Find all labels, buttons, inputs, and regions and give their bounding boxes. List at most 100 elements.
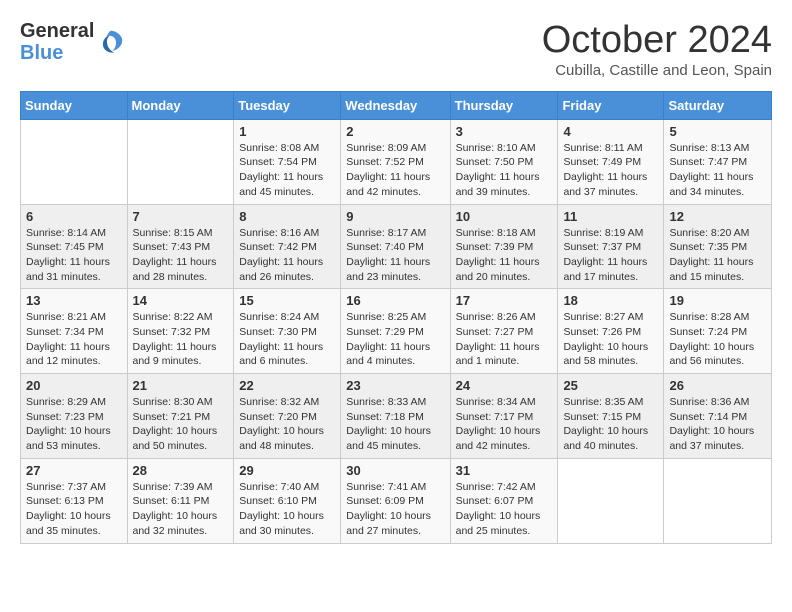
calendar-cell: 4Sunrise: 8:11 AM Sunset: 7:49 PM Daylig… <box>558 119 664 204</box>
calendar-cell: 13 Sunrise: 8:21 AM Sunset: 7:34 PM Dayli… <box>21 289 128 374</box>
day-info: Sunrise: 8:24 AM Sunset: 7:30 PM Dayligh… <box>239 310 335 369</box>
logo-bird-icon <box>96 27 126 57</box>
day-number: 2 <box>346 124 444 139</box>
day-number: 9 <box>346 209 444 224</box>
weekday-header-saturday: Saturday <box>664 91 772 119</box>
calendar-cell <box>664 458 772 543</box>
calendar-cell: 20Sunrise: 8:29 AM Sunset: 7:23 PM Dayli… <box>21 374 128 459</box>
day-info: Sunrise: 8:10 AM Sunset: 7:50 PM Dayligh… <box>456 141 553 200</box>
calendar-cell: 15 Sunrise: 8:24 AM Sunset: 7:30 PM Dayli… <box>234 289 341 374</box>
page-header: General Blue October 2024 Cubilla, Casti… <box>20 20 772 79</box>
weekday-header-tuesday: Tuesday <box>234 91 341 119</box>
calendar-cell <box>21 119 128 204</box>
calendar-cell: 18 Sunrise: 8:27 AM Sunset: 7:26 PM Dayli… <box>558 289 664 374</box>
day-info: Sunrise: 8:22 AM Sunset: 7:32 PM Dayligh… <box>133 310 229 369</box>
day-number: 18 <box>563 293 658 308</box>
calendar-cell <box>558 458 664 543</box>
calendar-cell: 21Sunrise: 8:30 AM Sunset: 7:21 PM Dayli… <box>127 374 234 459</box>
calendar-cell: 12 Sunrise: 8:20 AM Sunset: 7:35 PM Dayli… <box>664 204 772 289</box>
calendar-cell: 8Sunrise: 8:16 AM Sunset: 7:42 PM Daylig… <box>234 204 341 289</box>
day-number: 15 <box>239 293 335 308</box>
day-number: 25 <box>563 378 658 393</box>
logo-general: General <box>20 20 94 42</box>
calendar-cell: 7Sunrise: 8:15 AM Sunset: 7:43 PM Daylig… <box>127 204 234 289</box>
day-number: 20 <box>26 378 122 393</box>
day-number: 17 <box>456 293 553 308</box>
weekday-header-wednesday: Wednesday <box>341 91 450 119</box>
day-info: Sunrise: 8:25 AM Sunset: 7:29 PM Dayligh… <box>346 310 444 369</box>
day-number: 7 <box>133 209 229 224</box>
day-info: Sunrise: 8:21 AM Sunset: 7:34 PM Dayligh… <box>26 310 122 369</box>
day-info: Sunrise: 8:28 AM Sunset: 7:24 PM Dayligh… <box>669 310 766 369</box>
day-number: 16 <box>346 293 444 308</box>
day-number: 12 <box>669 209 766 224</box>
calendar-header: SundayMondayTuesdayWednesdayThursdayFrid… <box>21 91 772 119</box>
day-info: Sunrise: 8:19 AM Sunset: 7:37 PM Dayligh… <box>563 226 658 285</box>
day-number: 24 <box>456 378 553 393</box>
calendar-cell: 23Sunrise: 8:33 AM Sunset: 7:18 PM Dayli… <box>341 374 450 459</box>
day-info: Sunrise: 8:26 AM Sunset: 7:27 PM Dayligh… <box>456 310 553 369</box>
day-number: 27 <box>26 463 122 478</box>
day-number: 11 <box>563 209 658 224</box>
day-number: 28 <box>133 463 229 478</box>
month-title: October 2024 <box>542 20 772 62</box>
calendar-cell: 3Sunrise: 8:10 AM Sunset: 7:50 PM Daylig… <box>450 119 558 204</box>
day-info: Sunrise: 8:11 AM Sunset: 7:49 PM Dayligh… <box>563 141 658 200</box>
day-info: Sunrise: 8:33 AM Sunset: 7:18 PM Dayligh… <box>346 395 444 454</box>
calendar-cell: 26 Sunrise: 8:36 AM Sunset: 7:14 PM Dayli… <box>664 374 772 459</box>
logo-blue: Blue <box>20 42 94 64</box>
day-info: Sunrise: 8:34 AM Sunset: 7:17 PM Dayligh… <box>456 395 553 454</box>
weekday-header-monday: Monday <box>127 91 234 119</box>
day-number: 5 <box>669 124 766 139</box>
day-info: Sunrise: 8:32 AM Sunset: 7:20 PM Dayligh… <box>239 395 335 454</box>
calendar-cell: 1Sunrise: 8:08 AM Sunset: 7:54 PM Daylig… <box>234 119 341 204</box>
day-info: Sunrise: 8:36 AM Sunset: 7:14 PM Dayligh… <box>669 395 766 454</box>
calendar-cell: 24 Sunrise: 8:34 AM Sunset: 7:17 PM Dayli… <box>450 374 558 459</box>
day-info: Sunrise: 7:41 AM Sunset: 6:09 PM Dayligh… <box>346 480 444 539</box>
day-info: Sunrise: 8:18 AM Sunset: 7:39 PM Dayligh… <box>456 226 553 285</box>
day-info: Sunrise: 8:14 AM Sunset: 7:45 PM Dayligh… <box>26 226 122 285</box>
calendar-cell: 29 Sunrise: 7:40 AM Sunset: 6:10 PM Dayli… <box>234 458 341 543</box>
day-number: 8 <box>239 209 335 224</box>
weekday-header-friday: Friday <box>558 91 664 119</box>
calendar-cell: 30 Sunrise: 7:41 AM Sunset: 6:09 PM Dayli… <box>341 458 450 543</box>
day-number: 1 <box>239 124 335 139</box>
day-number: 6 <box>26 209 122 224</box>
day-info: Sunrise: 7:40 AM Sunset: 6:10 PM Dayligh… <box>239 480 335 539</box>
day-info: Sunrise: 8:13 AM Sunset: 7:47 PM Dayligh… <box>669 141 766 200</box>
location-subtitle: Cubilla, Castille and Leon, Spain <box>542 62 772 79</box>
day-info: Sunrise: 8:35 AM Sunset: 7:15 PM Dayligh… <box>563 395 658 454</box>
day-info: Sunrise: 8:27 AM Sunset: 7:26 PM Dayligh… <box>563 310 658 369</box>
day-number: 30 <box>346 463 444 478</box>
calendar-cell: 14Sunrise: 8:22 AM Sunset: 7:32 PM Dayli… <box>127 289 234 374</box>
day-info: Sunrise: 8:20 AM Sunset: 7:35 PM Dayligh… <box>669 226 766 285</box>
logo: General Blue <box>20 20 126 64</box>
day-info: Sunrise: 8:09 AM Sunset: 7:52 PM Dayligh… <box>346 141 444 200</box>
calendar-cell: 17 Sunrise: 8:26 AM Sunset: 7:27 PM Dayli… <box>450 289 558 374</box>
day-number: 29 <box>239 463 335 478</box>
day-info: Sunrise: 7:39 AM Sunset: 6:11 PM Dayligh… <box>133 480 229 539</box>
calendar-cell: 10 Sunrise: 8:18 AM Sunset: 7:39 PM Dayli… <box>450 204 558 289</box>
calendar-body: 1Sunrise: 8:08 AM Sunset: 7:54 PM Daylig… <box>21 119 772 543</box>
day-number: 31 <box>456 463 553 478</box>
calendar-cell: 16 Sunrise: 8:25 AM Sunset: 7:29 PM Dayli… <box>341 289 450 374</box>
calendar-cell: 5 Sunrise: 8:13 AM Sunset: 7:47 PM Daylig… <box>664 119 772 204</box>
calendar-cell: 25 Sunrise: 8:35 AM Sunset: 7:15 PM Dayli… <box>558 374 664 459</box>
calendar-cell: 6 Sunrise: 8:14 AM Sunset: 7:45 PM Daylig… <box>21 204 128 289</box>
day-number: 10 <box>456 209 553 224</box>
day-number: 19 <box>669 293 766 308</box>
day-number: 22 <box>239 378 335 393</box>
calendar-cell: 28 Sunrise: 7:39 AM Sunset: 6:11 PM Dayli… <box>127 458 234 543</box>
weekday-header-sunday: Sunday <box>21 91 128 119</box>
day-number: 26 <box>669 378 766 393</box>
calendar-cell: 2 Sunrise: 8:09 AM Sunset: 7:52 PM Daylig… <box>341 119 450 204</box>
calendar-cell: 11 Sunrise: 8:19 AM Sunset: 7:37 PM Dayli… <box>558 204 664 289</box>
day-number: 13 <box>26 293 122 308</box>
day-number: 21 <box>133 378 229 393</box>
calendar-cell: 31Sunrise: 7:42 AM Sunset: 6:07 PM Dayli… <box>450 458 558 543</box>
calendar-cell <box>127 119 234 204</box>
day-info: Sunrise: 8:17 AM Sunset: 7:40 PM Dayligh… <box>346 226 444 285</box>
day-info: Sunrise: 7:37 AM Sunset: 6:13 PM Dayligh… <box>26 480 122 539</box>
calendar-cell: 27 Sunrise: 7:37 AM Sunset: 6:13 PM Dayli… <box>21 458 128 543</box>
calendar-cell: 22 Sunrise: 8:32 AM Sunset: 7:20 PM Dayli… <box>234 374 341 459</box>
